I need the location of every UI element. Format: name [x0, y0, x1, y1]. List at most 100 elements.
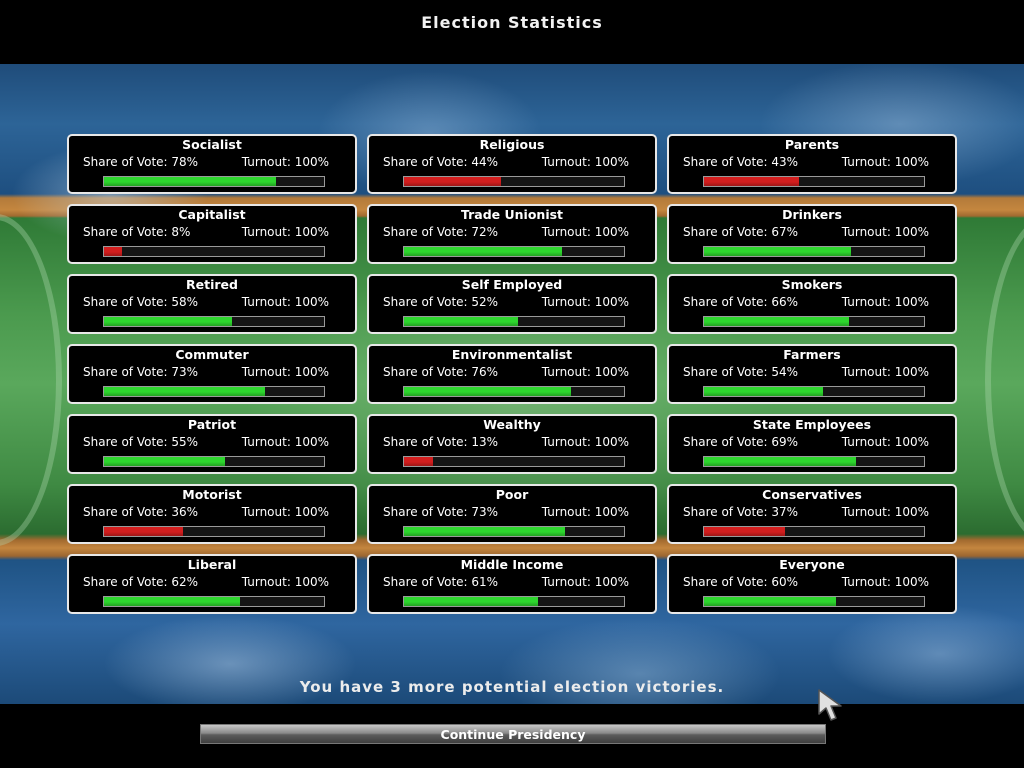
- share-of-vote: Share of Vote: 73%: [383, 505, 498, 519]
- turnout: Turnout: 100%: [542, 365, 629, 379]
- flag-leaf-left-decoration: [0, 214, 62, 546]
- share-of-vote-value: 76%: [471, 365, 499, 379]
- share-of-vote: Share of Vote: 43%: [683, 155, 798, 169]
- share-of-vote: Share of Vote: 69%: [683, 435, 798, 449]
- share-bar-track: [703, 456, 925, 467]
- share-bar-track: [703, 316, 925, 327]
- share-bar-track: [103, 596, 325, 607]
- turnout: Turnout: 100%: [242, 225, 329, 239]
- turnout-label: Turnout:: [241, 505, 295, 519]
- share-of-vote: Share of Vote: 78%: [83, 155, 198, 169]
- victories-message: You have 3 more potential election victo…: [299, 678, 725, 696]
- turnout-value: 100%: [594, 295, 629, 309]
- share-of-vote-label: Share of Vote:: [683, 225, 772, 239]
- share-of-vote-label: Share of Vote:: [83, 155, 172, 169]
- turnout: Turnout: 100%: [542, 505, 629, 519]
- share-of-vote-value: 43%: [771, 155, 799, 169]
- voter-group-card: Farmers Share of Vote: 54% Turnout: 100%: [667, 344, 957, 404]
- turnout-label: Turnout:: [841, 365, 895, 379]
- voter-group-card: Socialist Share of Vote: 78% Turnout: 100%: [67, 134, 357, 194]
- turnout: Turnout: 100%: [242, 575, 329, 589]
- turnout-value: 100%: [294, 575, 329, 589]
- share-of-vote-value: 69%: [771, 435, 799, 449]
- turnout-value: 100%: [894, 505, 929, 519]
- share-of-vote-value: 54%: [771, 365, 799, 379]
- voter-group-card: Trade Unionist Share of Vote: 72% Turnout:…: [367, 204, 657, 264]
- share-of-vote-label: Share of Vote:: [383, 505, 472, 519]
- share-of-vote: Share of Vote: 73%: [83, 365, 198, 379]
- share-bar-fill: [104, 247, 122, 256]
- share-bar-track: [703, 596, 925, 607]
- voter-group-name: Drinkers: [782, 207, 842, 222]
- share-of-vote-value: 37%: [771, 505, 799, 519]
- turnout: Turnout: 100%: [542, 295, 629, 309]
- voter-group-name: Religious: [479, 137, 545, 152]
- share-of-vote-label: Share of Vote:: [383, 435, 472, 449]
- turnout-value: 100%: [294, 225, 329, 239]
- voter-group-card: Drinkers Share of Vote: 67% Turnout: 100%: [667, 204, 957, 264]
- share-of-vote-label: Share of Vote:: [383, 225, 472, 239]
- voter-group-card: Wealthy Share of Vote: 13% Turnout: 100%: [367, 414, 657, 474]
- share-of-vote-label: Share of Vote:: [383, 365, 472, 379]
- page-title: Election Statistics: [421, 13, 603, 32]
- continue-presidency-button[interactable]: Continue Presidency: [200, 724, 826, 744]
- flag-leaf-right-decoration: [985, 214, 1024, 546]
- share-of-vote-label: Share of Vote:: [83, 295, 172, 309]
- share-of-vote: Share of Vote: 76%: [383, 365, 498, 379]
- share-of-vote: Share of Vote: 44%: [383, 155, 498, 169]
- share-bar-track: [403, 176, 625, 187]
- turnout-label: Turnout:: [841, 225, 895, 239]
- share-bar-fill: [404, 387, 572, 396]
- share-of-vote: Share of Vote: 36%: [83, 505, 198, 519]
- voter-group-card: Middle Income Share of Vote: 61% Turnout: …: [367, 554, 657, 614]
- share-bar-track: [103, 316, 325, 327]
- share-of-vote-label: Share of Vote:: [683, 505, 772, 519]
- turnout: Turnout: 100%: [542, 225, 629, 239]
- share-bar-track: [403, 386, 625, 397]
- turnout-label: Turnout:: [541, 505, 595, 519]
- turnout-label: Turnout:: [241, 295, 295, 309]
- voter-group-card: Retired Share of Vote: 58% Turnout: 100%: [67, 274, 357, 334]
- voter-group-card: Liberal Share of Vote: 62% Turnout: 100%: [67, 554, 357, 614]
- share-bar-fill: [704, 177, 799, 186]
- turnout-label: Turnout:: [841, 575, 895, 589]
- voter-group-name: Retired: [186, 277, 238, 292]
- turnout: Turnout: 100%: [542, 435, 629, 449]
- share-bar-fill: [404, 177, 501, 186]
- share-of-vote: Share of Vote: 54%: [683, 365, 798, 379]
- turnout: Turnout: 100%: [242, 155, 329, 169]
- share-of-vote-value: 60%: [771, 575, 799, 589]
- share-bar-track: [403, 246, 625, 257]
- share-bar-track: [703, 176, 925, 187]
- share-of-vote-label: Share of Vote:: [383, 295, 472, 309]
- voter-group-name: Farmers: [783, 347, 841, 362]
- share-of-vote-value: 73%: [471, 505, 499, 519]
- share-of-vote-label: Share of Vote:: [83, 505, 172, 519]
- voter-group-name: Liberal: [187, 557, 237, 572]
- voter-group-name: Poor: [495, 487, 529, 502]
- turnout-label: Turnout:: [241, 365, 295, 379]
- turnout-label: Turnout:: [541, 155, 595, 169]
- turnout: Turnout: 100%: [842, 435, 929, 449]
- voter-group-name: Patriot: [187, 417, 237, 432]
- share-of-vote-label: Share of Vote:: [683, 365, 772, 379]
- share-of-vote-value: 52%: [471, 295, 499, 309]
- turnout-label: Turnout:: [541, 225, 595, 239]
- turnout: Turnout: 100%: [542, 575, 629, 589]
- voter-group-name: Self Employed: [461, 277, 563, 292]
- share-bar-fill: [704, 247, 852, 256]
- share-bar-fill: [404, 247, 563, 256]
- turnout: Turnout: 100%: [842, 575, 929, 589]
- share-of-vote: Share of Vote: 13%: [383, 435, 498, 449]
- share-of-vote: Share of Vote: 60%: [683, 575, 798, 589]
- voter-group-name: Motorist: [182, 487, 242, 502]
- voter-group-card: Commuter Share of Vote: 73% Turnout: 100%: [67, 344, 357, 404]
- turnout-value: 100%: [294, 295, 329, 309]
- share-of-vote: Share of Vote: 8%: [83, 225, 190, 239]
- share-bar-fill: [704, 457, 856, 466]
- voter-group-name: Everyone: [779, 557, 845, 572]
- share-bar-fill: [704, 597, 836, 606]
- turnout-value: 100%: [294, 365, 329, 379]
- share-bar-track: [403, 596, 625, 607]
- turnout: Turnout: 100%: [842, 365, 929, 379]
